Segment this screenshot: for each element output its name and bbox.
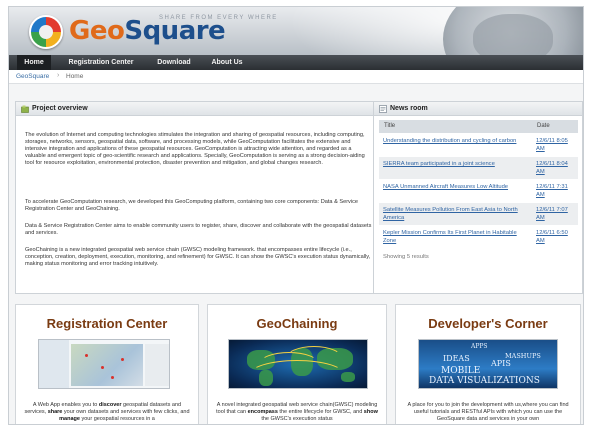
screenshot-map <box>71 344 143 386</box>
overview-panel-header: Project overview <box>16 102 375 116</box>
map-link-arc <box>249 360 345 388</box>
news-item-date[interactable]: 12/6/11 7:07 AM <box>536 207 576 222</box>
card-text-part: the GWSC's execution status <box>261 416 333 423</box>
news-row: Kepler Mission Confirms Its First Planet… <box>379 226 578 248</box>
card-description: A place for you to join the development … <box>407 402 569 423</box>
news-item-link[interactable]: SIERRA team participated in a joint scie… <box>383 161 525 169</box>
map-marker <box>85 354 88 357</box>
card-title[interactable]: Developer's Corner <box>396 316 580 331</box>
card-text-part: your own datasets and services with few … <box>62 409 190 416</box>
image-word: APPS <box>471 343 488 350</box>
card-text-emphasis: encompass <box>247 409 278 416</box>
breadcrumb: GeoSquare › Home <box>9 70 583 84</box>
news-col-title[interactable]: Title <box>384 123 395 129</box>
card-text-part: the entire lifecycle for GWSC, and <box>277 409 364 416</box>
card-title[interactable]: GeoChaining <box>208 316 386 331</box>
overview-paragraph: GeoChaining is a new integrated geospati… <box>25 247 371 268</box>
news-table-header: Title Date <box>379 120 578 133</box>
card-title[interactable]: Registration Center <box>16 316 198 331</box>
image-word: APIS <box>491 359 511 368</box>
overview-icon <box>21 105 29 113</box>
news-row: SIERRA team participated in a joint scie… <box>379 157 578 179</box>
map-marker <box>111 376 114 379</box>
news-item-date[interactable]: 12/6/11 6:50 AM <box>536 230 576 245</box>
news-item-link[interactable]: Satellite Measures Pollution From East A… <box>383 207 525 222</box>
news-title: News room <box>390 105 428 112</box>
card-description: A Web App enables you to discover geospa… <box>22 402 192 424</box>
card-text-emphasis: manage <box>59 416 80 423</box>
screenshot-sidebar <box>39 340 69 388</box>
card-text-emphasis: discover <box>98 402 122 408</box>
globe-logo-icon[interactable] <box>29 15 63 49</box>
news-room-panel: News room Title Date Understanding the d… <box>373 101 583 294</box>
news-col-date[interactable]: Date <box>537 123 550 129</box>
overview-title: Project overview <box>32 105 88 112</box>
banner-globe-graphic <box>443 7 583 55</box>
news-item-link[interactable]: NASA Unmanned Aircraft Measures Low Alti… <box>383 184 525 192</box>
news-panel-header: News room <box>374 102 582 116</box>
nav-registration-center[interactable]: Registration Center <box>57 55 145 70</box>
site-slogan: SHARE FROM EVERY WHERE <box>159 15 278 21</box>
news-row: Satellite Measures Pollution From East A… <box>379 203 578 225</box>
registration-center-card[interactable]: Registration Center A Web App enables yo… <box>15 304 199 424</box>
news-icon <box>379 105 387 113</box>
news-row: NASA Unmanned Aircraft Measures Low Alti… <box>379 180 578 202</box>
logo-geo-text: Geo <box>69 16 125 46</box>
card-text-emphasis: show <box>363 409 378 416</box>
breadcrumb-current: Home <box>66 73 84 80</box>
card-text-part: your geospatial resources in a <box>79 416 155 423</box>
nav-home[interactable]: Home <box>17 55 51 70</box>
news-item-link[interactable]: Kepler Mission Confirms Its First Planet… <box>383 230 525 245</box>
card-text-part: A Web App enables you to <box>32 402 99 408</box>
news-item-date[interactable]: 12/6/11 8:04 AM <box>536 161 576 176</box>
main-nav: Home Registration Center Download About … <box>9 55 583 70</box>
map-marker <box>101 366 104 369</box>
overview-paragraph: The evolution of Internet and computing … <box>25 132 365 167</box>
news-item-link[interactable]: Understanding the distribution and cycli… <box>383 138 525 146</box>
news-item-date[interactable]: 12/6/11 7:31 AM <box>536 184 576 199</box>
image-word: MOBILE <box>441 366 481 376</box>
page-frame: GeoSquare SHARE FROM EVERY WHERE Home Re… <box>8 6 584 425</box>
project-overview-panel: Project overview The evolution of Intern… <box>15 101 376 294</box>
geochaining-world-map-image[interactable] <box>228 339 368 389</box>
news-results-count: Showing 5 results <box>383 254 429 260</box>
map-marker <box>121 358 124 361</box>
image-word: IDEAS <box>443 354 470 363</box>
geochaining-card[interactable]: GeoChaining A novel integrated geospatia… <box>207 304 387 424</box>
developers-corner-card[interactable]: Developer's Corner APPS MASHUPS IDEAS AP… <box>395 304 581 424</box>
screenshot-panel <box>145 344 169 386</box>
registration-center-screenshot[interactable] <box>38 339 170 389</box>
nav-download[interactable]: Download <box>149 55 199 70</box>
header-banner: GeoSquare SHARE FROM EVERY WHERE <box>9 7 583 55</box>
card-description: A novel integrated geospatial web servic… <box>214 402 380 424</box>
breadcrumb-root-link[interactable]: GeoSquare <box>16 73 49 80</box>
developers-corner-image[interactable]: APPS MASHUPS IDEAS APIS MOBILE DATA VISU… <box>418 339 558 389</box>
image-word: DATA VISUALIZATIONS <box>429 376 540 386</box>
site-logo[interactable]: GeoSquare <box>69 16 226 46</box>
overview-paragraph: Data & Service Registration Center aims … <box>25 223 372 237</box>
breadcrumb-separator: › <box>57 72 60 79</box>
card-text-emphasis: share <box>47 409 63 416</box>
news-item-date[interactable]: 12/6/11 8:05 AM <box>536 138 576 153</box>
overview-paragraph: To accelerate GeoComputation research, w… <box>25 199 359 213</box>
nav-about-us[interactable]: About Us <box>203 55 251 70</box>
news-row: Understanding the distribution and cycli… <box>379 134 578 156</box>
